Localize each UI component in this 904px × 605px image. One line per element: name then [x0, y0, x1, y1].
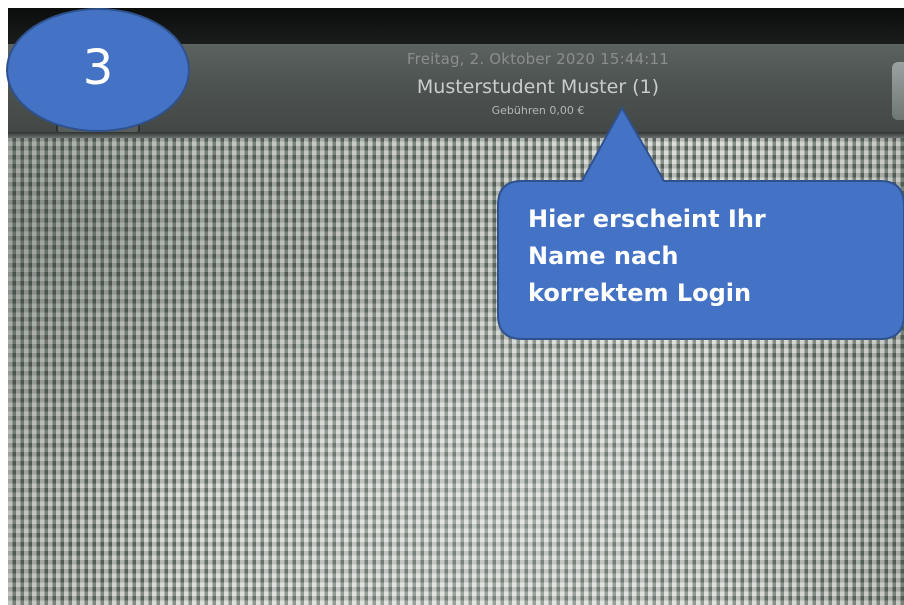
screenshot-frame: Freitag, 2. Oktober 2020 15:44:11 Muster…: [0, 0, 904, 605]
callout-line-3: korrektem Login: [528, 279, 752, 307]
callout-line-2: Name nach: [528, 242, 679, 270]
callout-line-1: Hier erscheint Ihr: [528, 205, 766, 233]
callout-text: Hier erscheint Ihr Name nach korrektem L…: [528, 201, 888, 312]
